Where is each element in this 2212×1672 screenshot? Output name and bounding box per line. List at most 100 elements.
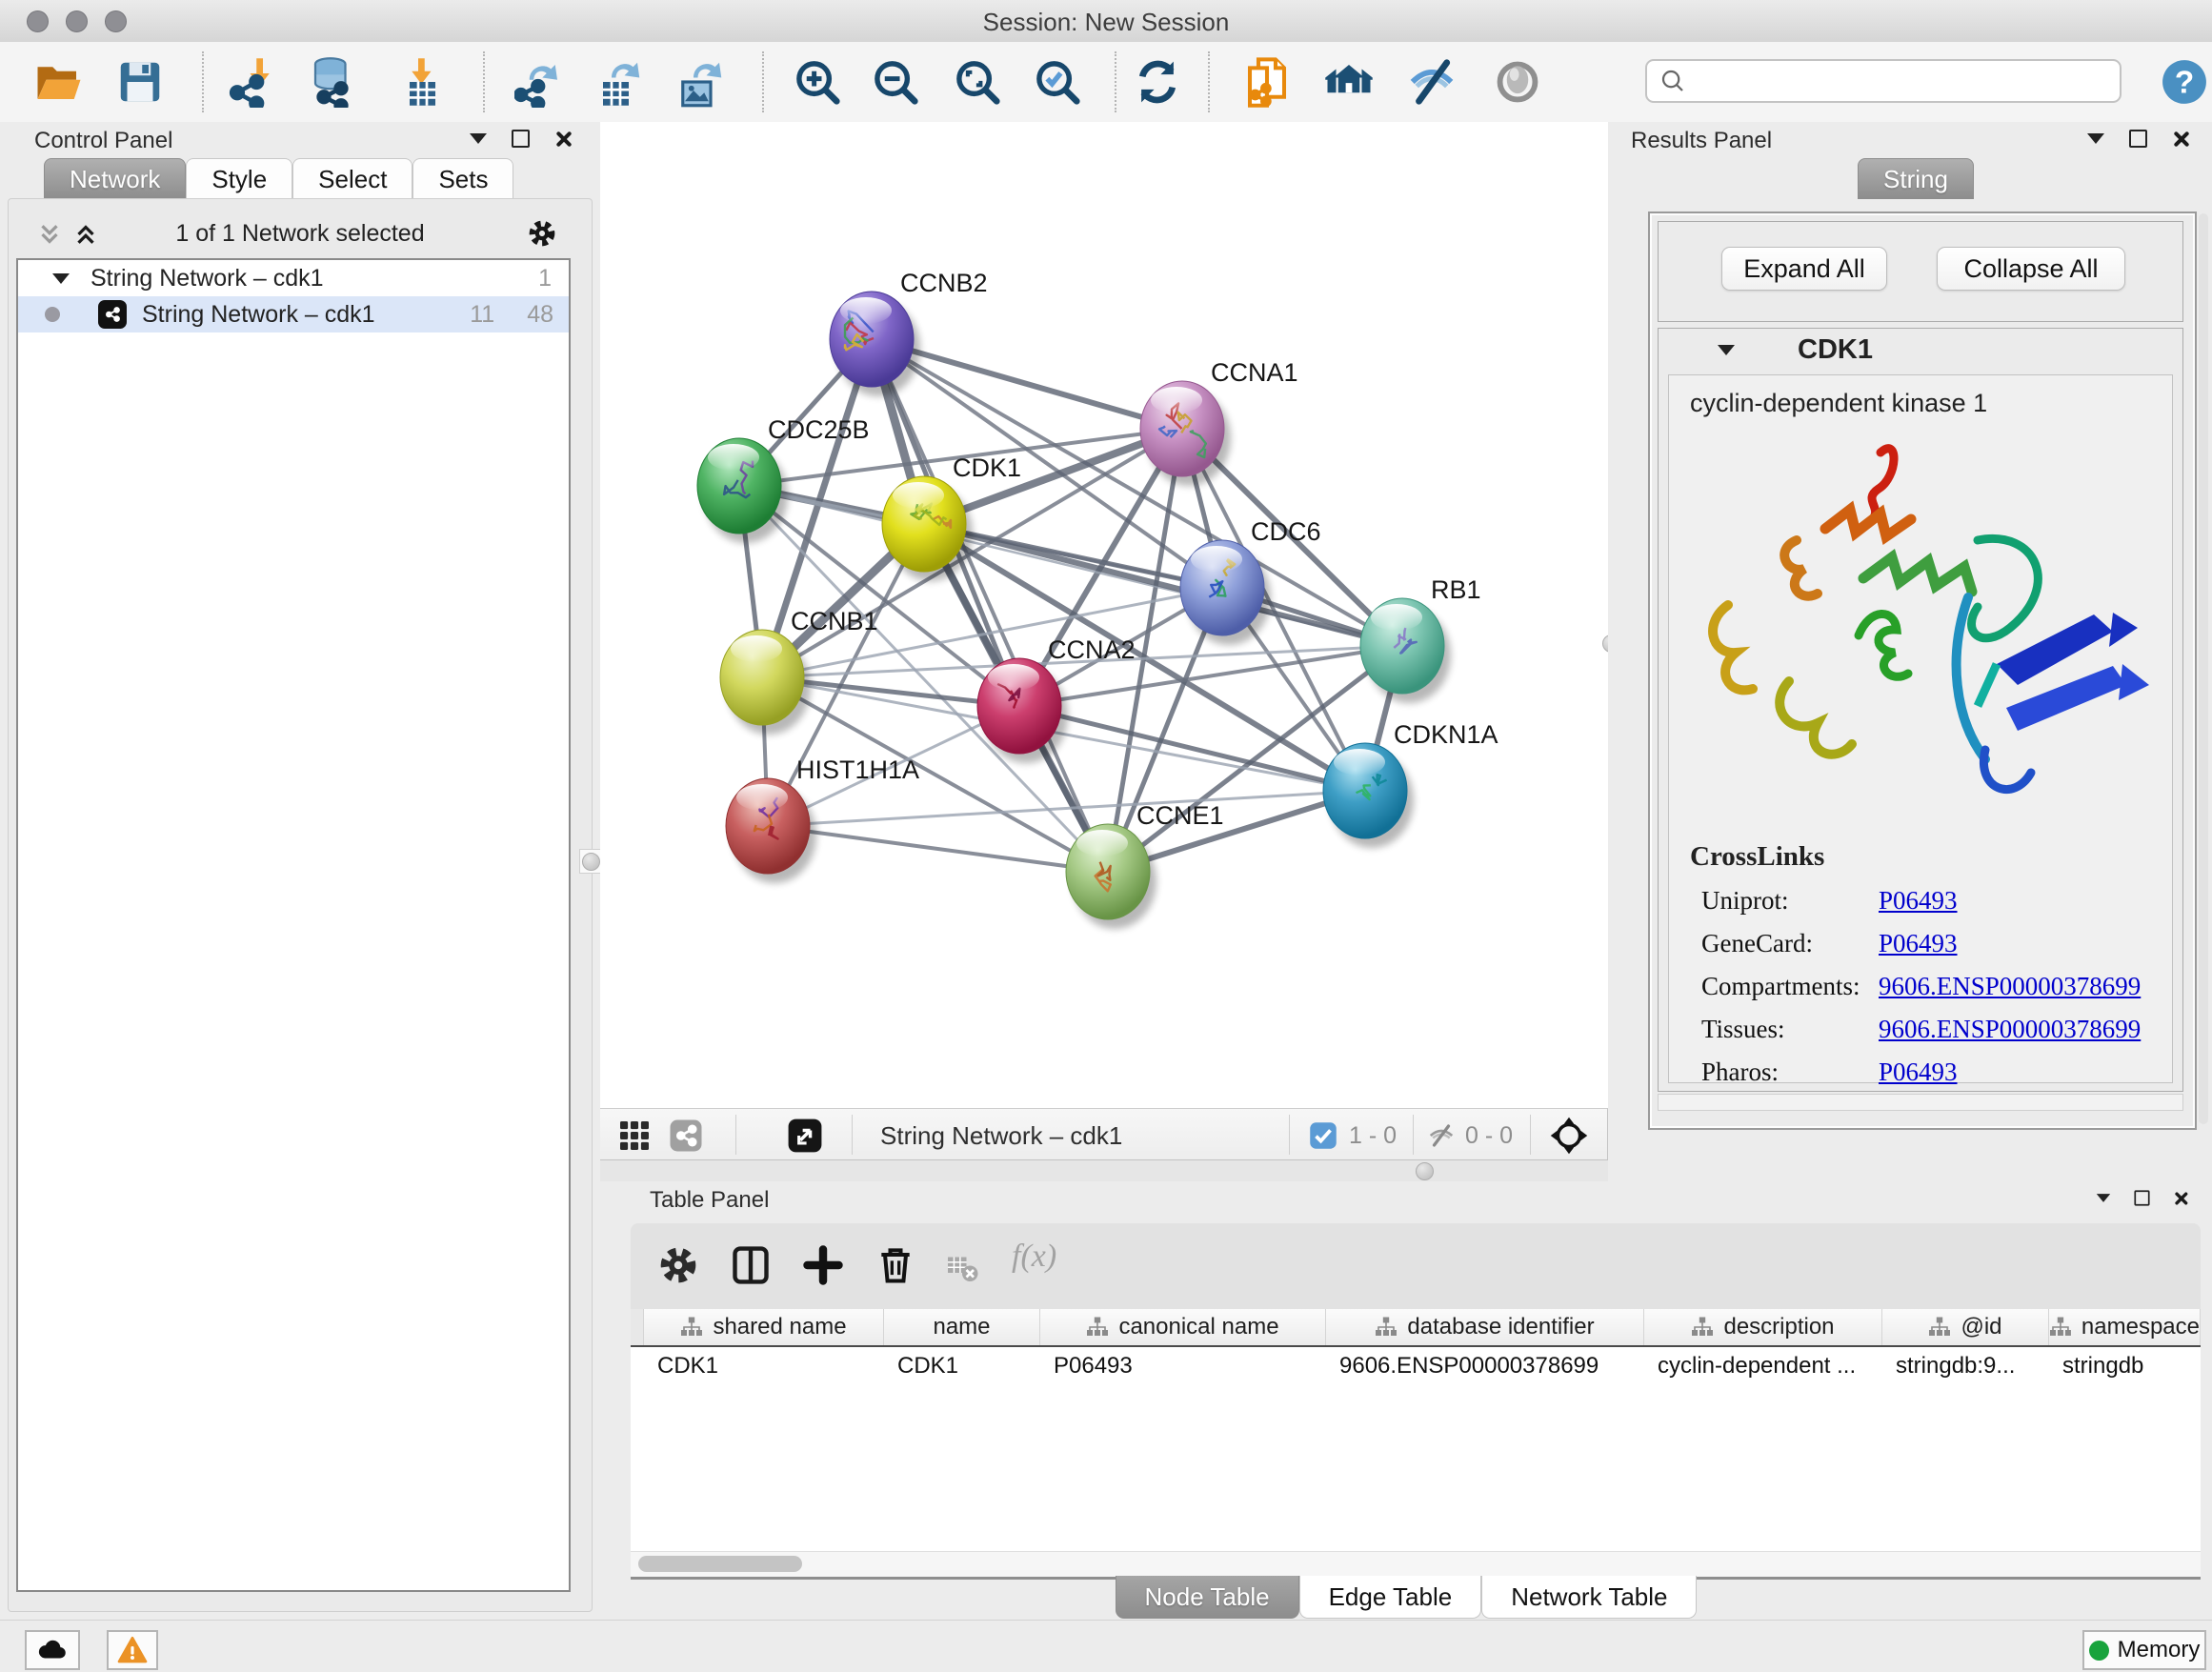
crosslink-link[interactable]: P06493 [1879, 1058, 1958, 1087]
control-panel-title: Control Panel [34, 128, 172, 154]
zoom-out-icon[interactable] [870, 56, 921, 108]
panel-float-icon[interactable] [2134, 1190, 2149, 1205]
network-node-ccna1[interactable]: CCNA1 [1140, 358, 1298, 486]
birdseye-navigator-icon[interactable] [1549, 1116, 1589, 1156]
tab-node-table[interactable]: Node Table [1116, 1576, 1299, 1619]
show-columns-icon[interactable] [730, 1244, 772, 1286]
results-vscrollbar[interactable] [2199, 213, 2208, 1124]
column-header-@id[interactable]: @id [1882, 1309, 2049, 1345]
network-node-ccne1[interactable]: CCNE1 [1066, 801, 1224, 929]
expand-all-button[interactable]: Expand All [1721, 247, 1887, 291]
export-table-icon[interactable] [594, 56, 646, 108]
control-panel: Control Panel NetworkStyleSelectSets 1 o… [0, 122, 601, 1620]
memory-button[interactable]: Memory [2082, 1630, 2206, 1670]
export-network-icon[interactable] [514, 56, 566, 108]
panel-close-icon[interactable] [2173, 1191, 2187, 1205]
import-table-icon[interactable] [392, 56, 444, 108]
crosslink-row: Tissues:9606.ENSP00000378699 [1701, 1015, 2172, 1044]
crosslink-link[interactable]: 9606.ENSP00000378699 [1879, 1015, 2141, 1044]
protein-section-header[interactable]: CDK1 [1659, 329, 2182, 371]
panel-splitter-handle[interactable] [579, 849, 602, 874]
grid-view-icon[interactable] [617, 1118, 652, 1153]
show-panel-icon[interactable] [1492, 56, 1543, 108]
tab-sets[interactable]: Sets [412, 158, 513, 199]
collapse-all-button[interactable]: Collapse All [1937, 247, 2125, 291]
open-session-icon[interactable] [33, 56, 85, 108]
tab-select[interactable]: Select [292, 158, 412, 199]
network-node-cdkn1a[interactable]: CDKN1A [1323, 720, 1498, 848]
protein-name: CDK1 [1798, 334, 1873, 366]
zoom-fit-icon[interactable] [952, 56, 1003, 108]
zoom-selected-icon[interactable] [1032, 56, 1083, 108]
cloud-button[interactable] [25, 1630, 80, 1670]
table-header-row: shared namenamecanonical namedatabase id… [631, 1309, 2201, 1347]
crosslink-link[interactable]: P06493 [1879, 929, 1958, 958]
table-row[interactable]: CDK1CDK1P064939606.ENSP00000378699cyclin… [631, 1347, 2201, 1385]
network-collection-row[interactable]: String Network – cdk1 1 [18, 260, 569, 296]
column-header-name[interactable]: name [884, 1309, 1040, 1345]
table-panel-title: Table Panel [650, 1187, 769, 1214]
panel-collapse-icon[interactable] [2087, 133, 2104, 144]
search-input[interactable] [1645, 59, 2122, 103]
panel-collapse-icon[interactable] [2097, 1194, 2110, 1202]
add-column-icon[interactable] [802, 1244, 844, 1286]
network-node-cdc25b[interactable]: CDC25B [697, 415, 870, 543]
current-network-dot [45, 307, 60, 322]
zoom-in-icon[interactable] [792, 56, 843, 108]
hidden-eye-icon[interactable] [1427, 1121, 1456, 1150]
detach-view-icon[interactable] [787, 1118, 823, 1154]
network-options-gear-icon[interactable] [527, 218, 557, 249]
protein-collapse-icon[interactable] [1718, 345, 1735, 355]
tab-string[interactable]: String [1858, 158, 1974, 199]
panel-collapse-icon[interactable] [470, 133, 487, 144]
table-hscroll-thumb[interactable] [638, 1556, 802, 1572]
table-cell: stringdb:9... [1882, 1353, 2049, 1380]
export-image-icon[interactable] [676, 56, 728, 108]
network-share-view-icon[interactable] [669, 1118, 703, 1153]
save-session-icon[interactable] [114, 56, 166, 108]
panel-float-icon[interactable] [2129, 130, 2147, 148]
warning-button[interactable] [107, 1630, 158, 1670]
column-type-icon [2049, 1316, 2072, 1339]
import-network-icon[interactable] [229, 56, 280, 108]
results-hscrollbar[interactable] [1658, 1094, 2183, 1111]
tab-style[interactable]: Style [186, 158, 292, 199]
network-label: String Network – cdk1 [142, 301, 375, 329]
network-row[interactable]: String Network – cdk1 11 48 [18, 296, 569, 332]
network-node-ccnb1[interactable]: CCNB1 [720, 607, 878, 735]
panel-float-icon[interactable] [512, 130, 530, 148]
table-options-gear-icon[interactable] [657, 1244, 699, 1286]
network-node-cdc6[interactable]: CDC6 [1180, 517, 1321, 645]
refresh-view-icon[interactable] [1132, 56, 1183, 108]
network-edge[interactable] [768, 826, 1108, 872]
home-networks-icon[interactable] [1323, 56, 1375, 108]
column-header-database-identifier[interactable]: database identifier [1326, 1309, 1644, 1345]
search-icon [1659, 67, 1687, 95]
network-canvas[interactable]: CCNB2CCNA1CDC25BCDK1CDC6RB1CCNB1CCNA2CDK… [600, 122, 1609, 1108]
tab-network[interactable]: Network [44, 158, 186, 199]
protein-details: cyclin-dependent kinase 1 [1668, 374, 2173, 1083]
crosslink-link[interactable]: P06493 [1879, 886, 1958, 916]
panel-close-icon[interactable] [2172, 131, 2189, 148]
collection-expand-icon[interactable] [52, 273, 70, 284]
import-network-from-database-icon[interactable] [307, 56, 358, 108]
network-node-rb1[interactable]: RB1 [1360, 575, 1481, 703]
crosslink-link[interactable]: 9606.ENSP00000378699 [1879, 972, 2141, 1001]
hide-panel-icon[interactable] [1406, 56, 1458, 108]
tab-edge-table[interactable]: Edge Table [1299, 1576, 1482, 1619]
open-session-file-icon[interactable] [1241, 56, 1293, 108]
network-edge[interactable] [872, 339, 1108, 872]
column-header-description[interactable]: description [1644, 1309, 1882, 1345]
column-header-namespace[interactable]: namespace [2049, 1309, 2201, 1345]
tab-network-table[interactable]: Network Table [1481, 1576, 1697, 1619]
network-node-ccnb2[interactable]: CCNB2 [830, 269, 988, 396]
help-icon[interactable]: ? [2161, 58, 2212, 110]
column-header-canonical-name[interactable]: canonical name [1040, 1309, 1326, 1345]
selected-checkbox-icon[interactable] [1309, 1121, 1337, 1150]
panel-close-icon[interactable] [554, 131, 572, 148]
column-header-shared-name[interactable]: shared name [644, 1309, 884, 1345]
delete-column-icon[interactable] [875, 1244, 916, 1286]
main-toolbar: ? [0, 42, 2212, 124]
table-body: CDK1CDK1P064939606.ENSP00000378699cyclin… [631, 1347, 2201, 1385]
network-node-cdk1[interactable]: CDK1 [882, 453, 1021, 581]
